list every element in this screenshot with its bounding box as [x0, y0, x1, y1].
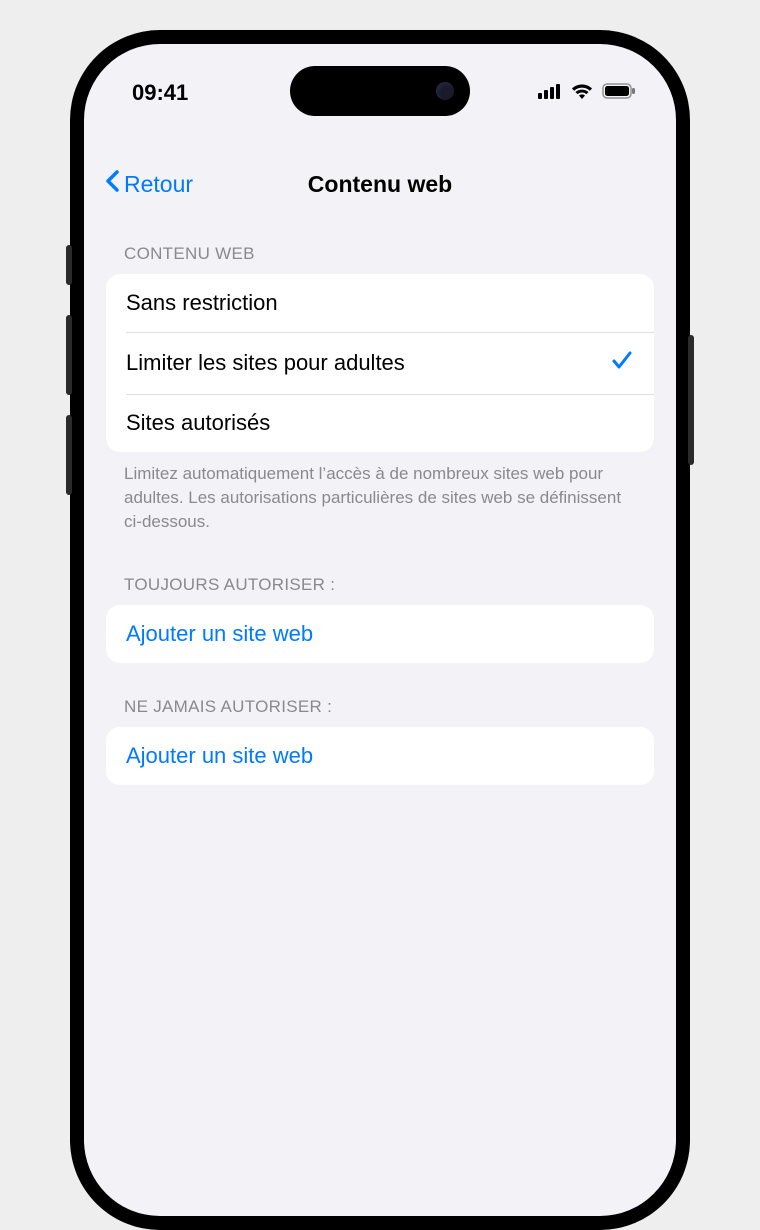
battery-icon [602, 83, 636, 104]
section-footer-web-content: Limitez automatiquement l’accès à de nom… [106, 452, 654, 533]
web-content-options: Sans restriction Limiter les sites pour … [106, 274, 654, 452]
never-allow-group: Ajouter un site web [106, 727, 654, 785]
always-allow-group: Ajouter un site web [106, 605, 654, 663]
phone-frame: 09:41 [70, 30, 690, 1230]
option-unrestricted[interactable]: Sans restriction [106, 274, 654, 332]
content-scroll[interactable]: CONTENU WEB Sans restriction Limiter les… [84, 244, 676, 1216]
status-time: 09:41 [132, 72, 188, 106]
add-website-label: Ajouter un site web [126, 743, 313, 769]
mute-switch [66, 245, 72, 285]
back-label: Retour [124, 171, 193, 198]
status-icons [538, 74, 636, 105]
option-label: Sites autorisés [126, 410, 270, 436]
add-website-always-allow[interactable]: Ajouter un site web [106, 605, 654, 663]
wifi-icon [570, 82, 594, 105]
option-allowed-sites[interactable]: Sites autorisés [106, 394, 654, 452]
option-label: Sans restriction [126, 290, 278, 316]
cellular-signal-icon [538, 83, 562, 104]
screen: 09:41 [84, 44, 676, 1216]
section-header-always-allow: TOUJOURS AUTORISER : [106, 575, 654, 605]
add-website-label: Ajouter un site web [126, 621, 313, 647]
chevron-left-icon [104, 169, 120, 199]
checkmark-icon [610, 348, 634, 378]
page-title: Contenu web [308, 171, 452, 198]
volume-down-button [66, 415, 72, 495]
option-limit-adult[interactable]: Limiter les sites pour adultes [106, 332, 654, 394]
add-website-never-allow[interactable]: Ajouter un site web [106, 727, 654, 785]
section-header-web-content: CONTENU WEB [106, 244, 654, 274]
dynamic-island [290, 66, 470, 116]
power-button [688, 335, 694, 465]
section-header-never-allow: NE JAMAIS AUTORISER : [106, 697, 654, 727]
front-camera [436, 82, 454, 100]
navigation-bar: Retour Contenu web [84, 154, 676, 214]
volume-up-button [66, 315, 72, 395]
option-label: Limiter les sites pour adultes [126, 350, 405, 376]
back-button[interactable]: Retour [104, 169, 193, 199]
